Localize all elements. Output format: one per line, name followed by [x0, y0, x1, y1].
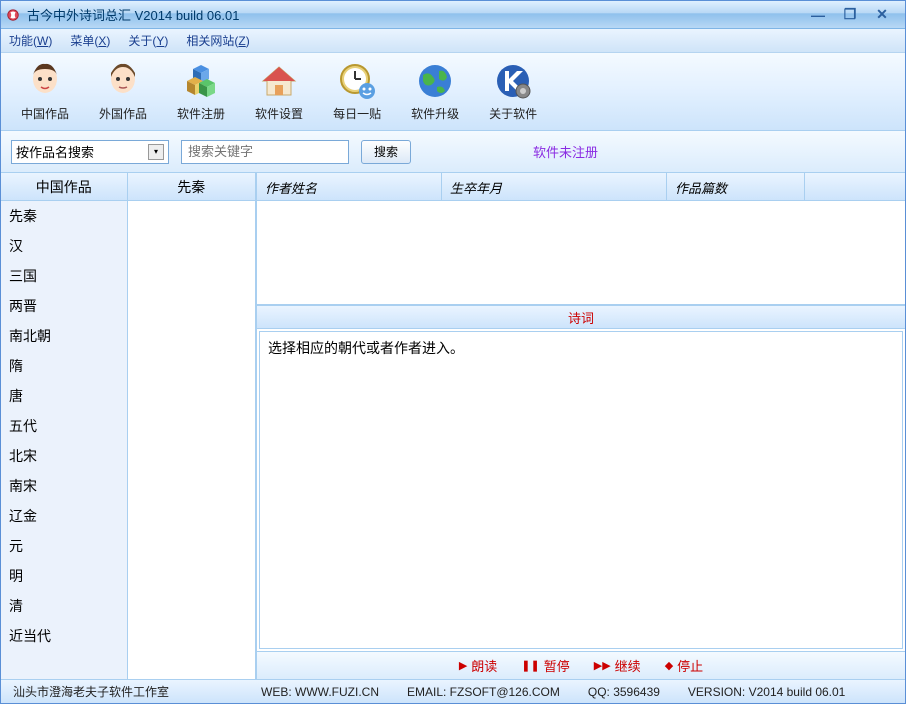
menu-menu[interactable]: 菜单(X): [70, 32, 110, 49]
dynasty-item[interactable]: 明: [1, 561, 127, 591]
resume-button[interactable]: ▶▶继续: [594, 656, 641, 675]
dynasty-item[interactable]: 南宋: [1, 471, 127, 501]
dynasty-item[interactable]: 清: [1, 591, 127, 621]
pause-button[interactable]: ❚❚暂停: [521, 656, 569, 675]
status-version: VERSION: V2014 build 06.01: [688, 685, 845, 699]
globe-icon: [415, 61, 455, 101]
play-icon: ▶: [459, 659, 467, 672]
window-title: 古今中外诗词总汇 V2014 build 06.01: [27, 5, 807, 24]
dynasty-item[interactable]: 先秦: [1, 201, 127, 231]
status-email: EMAIL: FZSOFT@126.COM: [407, 685, 560, 699]
col-work-count[interactable]: 作品篇数: [667, 173, 805, 200]
sub-header: 先秦: [128, 173, 256, 201]
col-spacer: [805, 173, 905, 200]
dynasty-header: 中国作品: [1, 173, 127, 201]
clock-smile-icon: [337, 61, 377, 101]
search-button[interactable]: 搜索: [361, 140, 411, 164]
statusbar: 汕头市澄海老夫子软件工作室 WEB: WWW.FUZI.CN EMAIL: FZ…: [1, 679, 905, 703]
search-mode-dropdown[interactable]: 按作品名搜索 ▾: [11, 140, 169, 164]
author-table-header: 作者姓名 生卒年月 作品篇数: [257, 173, 905, 201]
tool-label: 每日一贴: [333, 105, 381, 122]
minimize-button[interactable]: —: [807, 6, 829, 24]
right-panel: 作者姓名 生卒年月 作品篇数 诗词 选择相应的朝代或者作者进入。 ▶朗读 ❚❚暂…: [257, 173, 905, 679]
playbar: ▶朗读 ❚❚暂停 ▶▶继续 ◆停止: [257, 651, 905, 679]
status-qq: QQ: 3596439: [588, 685, 660, 699]
dynasty-column: 中国作品 先秦汉三国两晋南北朝隋唐五代北宋南宋辽金元明清近当代: [1, 173, 128, 679]
tool-label: 软件升级: [411, 105, 459, 122]
tool-settings[interactable]: 软件设置: [255, 61, 303, 122]
stop-button[interactable]: ◆停止: [665, 656, 703, 675]
tool-register[interactable]: 软件注册: [177, 61, 225, 122]
left-panel: 中国作品 先秦汉三国两晋南北朝隋唐五代北宋南宋辽金元明清近当代 先秦: [1, 173, 257, 679]
close-button[interactable]: ✕: [871, 6, 893, 24]
house-icon: [259, 61, 299, 101]
dynasty-item[interactable]: 元: [1, 531, 127, 561]
app-icon: [5, 7, 21, 23]
dynasty-item[interactable]: 两晋: [1, 291, 127, 321]
sub-list[interactable]: [128, 201, 256, 679]
app-window: 古今中外诗词总汇 V2014 build 06.01 — ❐ ✕ 功能(W) 菜…: [0, 0, 906, 704]
read-button[interactable]: ▶朗读: [459, 656, 497, 675]
main-content: 中国作品 先秦汉三国两晋南北朝隋唐五代北宋南宋辽金元明清近当代 先秦 作者姓名 …: [1, 173, 905, 679]
tool-label: 关于软件: [489, 105, 537, 122]
pause-icon: ❚❚: [521, 659, 539, 672]
cubes-icon: [181, 61, 221, 101]
maximize-button[interactable]: ❐: [839, 6, 861, 24]
tool-label: 中国作品: [21, 105, 69, 122]
search-input[interactable]: [181, 140, 349, 164]
stop-icon: ◆: [665, 659, 673, 672]
face-male-icon: [103, 61, 143, 101]
tool-label: 软件注册: [177, 105, 225, 122]
tool-upgrade[interactable]: 软件升级: [411, 61, 459, 122]
tool-label: 外国作品: [99, 105, 147, 122]
poem-text: 选择相应的朝代或者作者进入。: [268, 340, 464, 356]
dynasty-item[interactable]: 北宋: [1, 441, 127, 471]
col-author-name[interactable]: 作者姓名: [257, 173, 442, 200]
poem-body[interactable]: 选择相应的朝代或者作者进入。: [259, 331, 903, 649]
status-web: WEB: WWW.FUZI.CN: [261, 685, 379, 699]
tool-daily-tip[interactable]: 每日一贴: [333, 61, 381, 122]
sub-column: 先秦: [128, 173, 257, 679]
menu-about[interactable]: 关于(Y): [128, 32, 168, 49]
dynasty-item[interactable]: 辽金: [1, 501, 127, 531]
dynasty-item[interactable]: 汉: [1, 231, 127, 261]
menubar: 功能(W) 菜单(X) 关于(Y) 相关网站(Z): [1, 29, 905, 53]
toolbar: 中国作品 外国作品 软件注册 软件设置 每日一贴 软件升级 关于软件: [1, 53, 905, 131]
menu-related-sites[interactable]: 相关网站(Z): [186, 32, 249, 49]
status-studio: 汕头市澄海老夫子软件工作室: [13, 683, 233, 700]
poem-header: 诗词: [257, 305, 905, 329]
tool-label: 软件设置: [255, 105, 303, 122]
face-female-icon: [25, 61, 65, 101]
tool-about[interactable]: 关于软件: [489, 61, 537, 122]
col-birth-death[interactable]: 生卒年月: [442, 173, 667, 200]
searchbar: 按作品名搜索 ▾ 搜索 软件未注册: [1, 131, 905, 173]
dynasty-item[interactable]: 近当代: [1, 621, 127, 651]
tool-chinese-works[interactable]: 中国作品: [21, 61, 69, 122]
dynasty-item[interactable]: 隋: [1, 351, 127, 381]
resume-icon: ▶▶: [594, 659, 611, 672]
menu-functions[interactable]: 功能(W): [9, 32, 52, 49]
dynasty-item[interactable]: 唐: [1, 381, 127, 411]
chevron-down-icon: ▾: [148, 144, 164, 160]
window-controls: — ❐ ✕: [807, 6, 901, 24]
dynasty-item[interactable]: 五代: [1, 411, 127, 441]
dropdown-value: 按作品名搜索: [16, 142, 94, 161]
unregistered-text: 软件未注册: [533, 142, 598, 161]
author-table-body[interactable]: [257, 201, 905, 305]
dynasty-item[interactable]: 三国: [1, 261, 127, 291]
tool-foreign-works[interactable]: 外国作品: [99, 61, 147, 122]
dynasty-item[interactable]: 南北朝: [1, 321, 127, 351]
k-gear-icon: [493, 61, 533, 101]
dynasty-list[interactable]: 先秦汉三国两晋南北朝隋唐五代北宋南宋辽金元明清近当代: [1, 201, 127, 679]
titlebar[interactable]: 古今中外诗词总汇 V2014 build 06.01 — ❐ ✕: [1, 1, 905, 29]
